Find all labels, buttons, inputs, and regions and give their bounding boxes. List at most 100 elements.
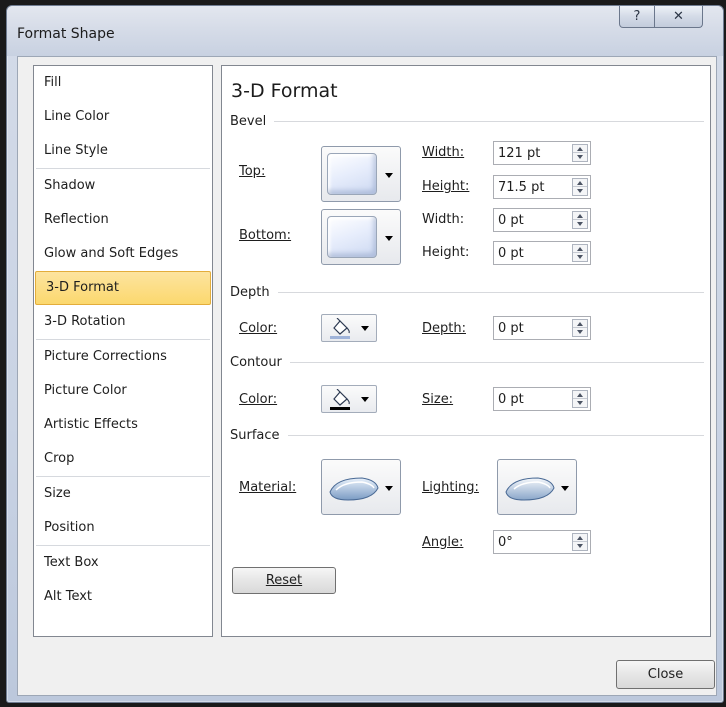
bevel-bottom-width-stepper[interactable] — [493, 208, 591, 232]
bevel-bottom-label: Bottom: — [239, 228, 292, 243]
help-button[interactable]: ? — [619, 6, 655, 28]
nav-item-artistic-effects[interactable]: Artistic Effects — [34, 408, 212, 442]
paint-bucket-icon — [330, 318, 350, 339]
depth-color-picker[interactable] — [321, 314, 377, 342]
close-icon: ✕ — [673, 9, 684, 24]
dialog-body: Fill Line Color Line Style Shadow Reflec… — [17, 56, 717, 696]
bevel-bottom-width-input[interactable] — [494, 209, 568, 231]
contour-color-label: Color: — [239, 392, 278, 407]
spin-buttons — [572, 390, 588, 408]
bevel-bottom-dropdown[interactable] — [321, 209, 401, 265]
nav-item-text-box[interactable]: Text Box — [34, 546, 212, 580]
depth-input[interactable] — [494, 317, 568, 339]
section-divider — [274, 120, 704, 122]
chevron-down-icon — [385, 486, 393, 491]
contour-size-input[interactable] — [494, 388, 568, 410]
close-button[interactable]: Close — [616, 660, 715, 689]
bevel-bottom-height-input[interactable] — [494, 242, 568, 264]
spin-up-arrow-icon[interactable] — [573, 212, 587, 220]
bevel-top-width-input[interactable] — [494, 142, 568, 164]
nav-item-size[interactable]: Size — [34, 477, 212, 511]
reset-button[interactable]: Reset — [232, 567, 336, 594]
bevel-bottom-preview — [327, 216, 377, 258]
spin-buttons — [572, 533, 588, 551]
contour-section-header: Contour — [230, 354, 704, 370]
category-list: Fill Line Color Line Style Shadow Reflec… — [33, 65, 213, 637]
settings-panel: 3-D Format Bevel Top: Width: Height: — [221, 65, 711, 637]
material-dropdown[interactable] — [321, 459, 401, 515]
contour-size-label: Size: — [422, 392, 454, 407]
dialog-title: Format Shape — [17, 26, 115, 42]
bevel-bottom-width-label: Width: — [422, 212, 465, 227]
reset-label: Reset — [265, 573, 303, 588]
angle-stepper[interactable] — [493, 530, 591, 554]
nav-item-line-style[interactable]: Line Style — [34, 134, 212, 168]
spin-up-arrow-icon[interactable] — [573, 320, 587, 328]
nav-item-shadow[interactable]: Shadow — [34, 169, 212, 203]
title-bar[interactable]: Format Shape ? ✕ — [7, 6, 723, 56]
bevel-bottom-height-label: Height: — [422, 245, 470, 260]
spin-buttons — [572, 319, 588, 337]
bevel-top-height-label: Height: — [422, 179, 470, 194]
spin-up-arrow-icon[interactable] — [573, 245, 587, 253]
nav-item-glow-soft-edges[interactable]: Glow and Soft Edges — [34, 237, 212, 271]
nav-item-3d-rotation[interactable]: 3-D Rotation — [34, 305, 212, 339]
spin-up-arrow-icon[interactable] — [573, 534, 587, 542]
contour-color-picker[interactable] — [321, 385, 377, 413]
spin-down-arrow-icon[interactable] — [573, 542, 587, 550]
lighting-preview-icon — [505, 477, 555, 501]
spin-down-arrow-icon[interactable] — [573, 328, 587, 336]
spin-down-arrow-icon[interactable] — [573, 253, 587, 261]
spin-buttons — [572, 144, 588, 162]
depth-color-label: Color: — [239, 321, 278, 336]
chevron-down-icon — [361, 397, 369, 402]
paint-bucket-icon — [330, 389, 350, 410]
bevel-top-width-label: Width: — [422, 145, 465, 160]
surface-section-label: Surface — [230, 427, 280, 443]
bevel-top-height-stepper[interactable] — [493, 175, 591, 199]
chevron-down-icon — [385, 173, 393, 178]
spin-buttons — [572, 211, 588, 229]
section-divider — [277, 291, 704, 293]
spin-up-arrow-icon[interactable] — [573, 179, 587, 187]
spin-down-arrow-icon[interactable] — [573, 153, 587, 161]
spin-down-arrow-icon[interactable] — [573, 187, 587, 195]
chevron-down-icon — [361, 326, 369, 331]
nav-item-position[interactable]: Position — [34, 511, 212, 545]
bevel-top-label: Top: — [239, 164, 266, 179]
depth-label: Depth: — [422, 321, 466, 336]
lighting-label: Lighting: — [422, 480, 479, 495]
nav-item-line-color[interactable]: Line Color — [34, 100, 212, 134]
contour-size-stepper[interactable] — [493, 387, 591, 411]
title-close-button[interactable]: ✕ — [655, 6, 703, 28]
spin-buttons — [572, 178, 588, 196]
bevel-section-header: Bevel — [230, 113, 704, 129]
chevron-down-icon — [561, 486, 569, 491]
nav-item-crop[interactable]: Crop — [34, 442, 212, 476]
bevel-bottom-height-stepper[interactable] — [493, 241, 591, 265]
depth-stepper[interactable] — [493, 316, 591, 340]
nav-item-reflection[interactable]: Reflection — [34, 203, 212, 237]
surface-section-header: Surface — [230, 427, 704, 443]
format-shape-dialog: Format Shape ? ✕ Fill Line Color Line St… — [6, 5, 724, 703]
nav-item-picture-color[interactable]: Picture Color — [34, 374, 212, 408]
angle-label: Angle: — [422, 535, 464, 550]
spin-down-arrow-icon[interactable] — [573, 220, 587, 228]
angle-input[interactable] — [494, 531, 568, 553]
nav-item-picture-corrections[interactable]: Picture Corrections — [34, 340, 212, 374]
spin-down-arrow-icon[interactable] — [573, 399, 587, 407]
nav-item-fill[interactable]: Fill — [34, 66, 212, 100]
bevel-top-dropdown[interactable] — [321, 146, 401, 202]
spin-up-arrow-icon[interactable] — [573, 391, 587, 399]
spin-buttons — [572, 244, 588, 262]
help-icon: ? — [633, 9, 641, 24]
bevel-top-width-stepper[interactable] — [493, 141, 591, 165]
lighting-dropdown[interactable] — [497, 459, 577, 515]
nav-item-alt-text[interactable]: Alt Text — [34, 580, 212, 614]
bevel-top-height-input[interactable] — [494, 176, 568, 198]
section-divider — [287, 434, 704, 436]
contour-section-label: Contour — [230, 354, 282, 370]
depth-section-header: Depth — [230, 284, 704, 300]
spin-up-arrow-icon[interactable] — [573, 145, 587, 153]
nav-item-3d-format[interactable]: 3-D Format — [35, 271, 211, 305]
